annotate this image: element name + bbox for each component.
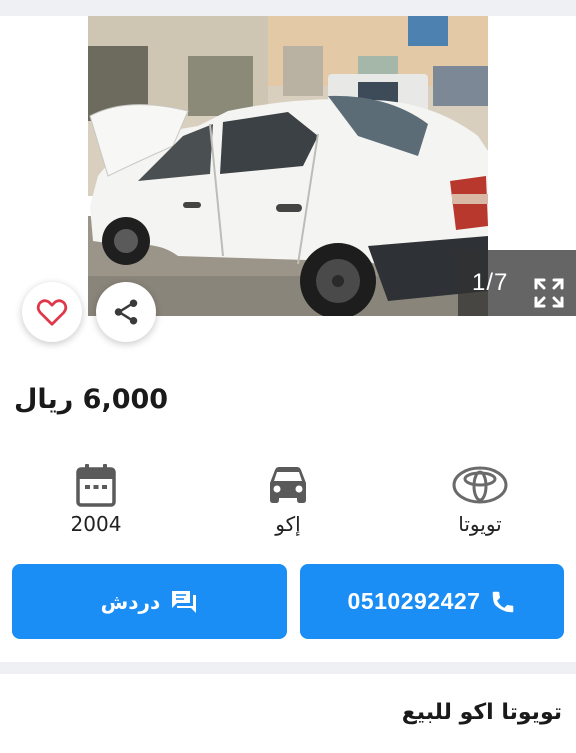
spec-make-label: تويوتا: [458, 512, 502, 536]
next-photo-button[interactable]: [506, 134, 546, 174]
spec-model: إكو: [223, 460, 353, 536]
chevron-left-icon: [42, 146, 53, 162]
spec-year: 2004: [31, 460, 161, 536]
section-divider: [0, 662, 576, 674]
photo-counter-text: 1/7: [472, 269, 509, 296]
expand-button[interactable]: [532, 276, 566, 310]
expand-icon: [534, 278, 564, 308]
photo-gallery[interactable]: 1/7: [0, 16, 576, 316]
favorite-button[interactable]: [22, 282, 82, 342]
toyota-logo: [452, 460, 508, 510]
top-strip: [0, 0, 576, 16]
prev-photo-button[interactable]: [28, 134, 68, 174]
car-photo[interactable]: [88, 16, 488, 316]
share-button[interactable]: [96, 282, 156, 342]
chat-button-label: دردش: [100, 589, 161, 614]
heart-icon: [36, 299, 68, 326]
spec-year-label: 2004: [70, 512, 122, 536]
call-button[interactable]: 0510292427: [300, 564, 564, 639]
listing-title: تويوتا اكو للبيع: [401, 700, 562, 725]
call-button-number: 0510292427: [347, 588, 481, 614]
share-icon: [114, 299, 138, 325]
car-icon: [267, 460, 309, 510]
chevron-right-icon: [521, 146, 532, 162]
spec-make: تويوتا: [415, 460, 545, 536]
listing-price: 6,000 ريال: [14, 384, 169, 415]
calendar-icon: [76, 460, 116, 510]
phone-icon: [493, 591, 514, 612]
chat-icon: [172, 590, 197, 613]
chat-button[interactable]: دردش: [12, 564, 287, 639]
spec-model-label: إكو: [275, 512, 301, 536]
